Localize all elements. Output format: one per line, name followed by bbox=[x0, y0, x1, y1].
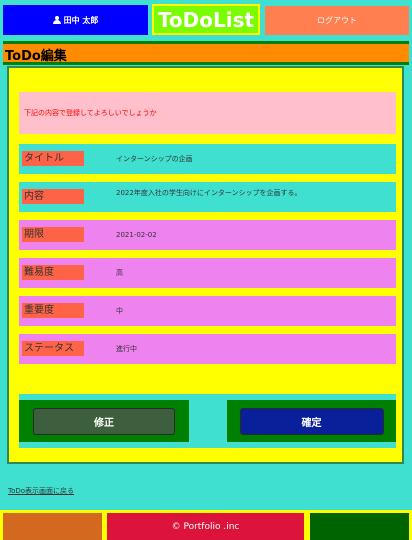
user-name: 田中 太郎 bbox=[63, 15, 99, 25]
section-title-bar: ToDo編集 bbox=[3, 41, 409, 65]
footer-copyright: © Portfolio .inc bbox=[107, 513, 304, 540]
field-value: 高 bbox=[116, 269, 123, 277]
confirm-message: 下記の内容で登録してよろしいでしょうか bbox=[19, 92, 396, 134]
logout-button[interactable]: ログアウト bbox=[265, 6, 409, 35]
field-label: 期限 bbox=[22, 227, 84, 242]
user-icon bbox=[52, 16, 61, 24]
todo-edit-card: 下記の内容で登録してよろしいでしょうか タイトル インターンシップの企画 内容 … bbox=[7, 66, 404, 464]
page-title: ToDo編集 bbox=[5, 49, 67, 64]
user-menu[interactable]: 田中 太郎 bbox=[3, 5, 148, 35]
field-value: インターンシップの企画 bbox=[116, 155, 193, 163]
field-label: 重要度 bbox=[22, 303, 84, 318]
back-to-todo-link[interactable]: ToDo表示画面に戻る bbox=[8, 486, 74, 496]
field-row-status: ステータス 進行中 bbox=[19, 334, 396, 364]
field-label: 内容 bbox=[22, 189, 84, 204]
footer-left-block bbox=[3, 513, 102, 540]
field-label: 難易度 bbox=[22, 265, 84, 280]
edit-button-wrap: 修正 bbox=[19, 400, 189, 442]
confirm-button-wrap: 確定 bbox=[227, 400, 396, 442]
field-row-priority: 重要度 中 bbox=[19, 296, 396, 326]
edit-button[interactable]: 修正 bbox=[33, 407, 175, 435]
field-label: タイトル bbox=[22, 151, 84, 166]
header: 田中 太郎 ToDoList ログアウト bbox=[0, 0, 412, 38]
field-row-title: タイトル インターンシップの企画 bbox=[19, 144, 396, 174]
field-label: ステータス bbox=[22, 341, 84, 356]
field-row-content: 内容 2022年度入社の学生向けにインターンシップを企画する。 bbox=[19, 182, 396, 212]
confirm-button[interactable]: 確定 bbox=[239, 407, 384, 435]
field-row-deadline: 期限 2021-02-02 bbox=[19, 220, 396, 250]
field-row-difficulty: 難易度 高 bbox=[19, 258, 396, 288]
footer-right-block bbox=[310, 513, 409, 540]
app-title[interactable]: ToDoList bbox=[152, 4, 260, 35]
field-value: 進行中 bbox=[116, 345, 137, 353]
action-bar: 修正 確定 bbox=[19, 394, 396, 448]
footer: © Portfolio .inc bbox=[0, 510, 412, 540]
field-value: 2022年度入社の学生向けにインターンシップを企画する。 bbox=[116, 189, 302, 197]
field-value: 中 bbox=[116, 307, 123, 315]
field-value: 2021-02-02 bbox=[116, 231, 157, 239]
